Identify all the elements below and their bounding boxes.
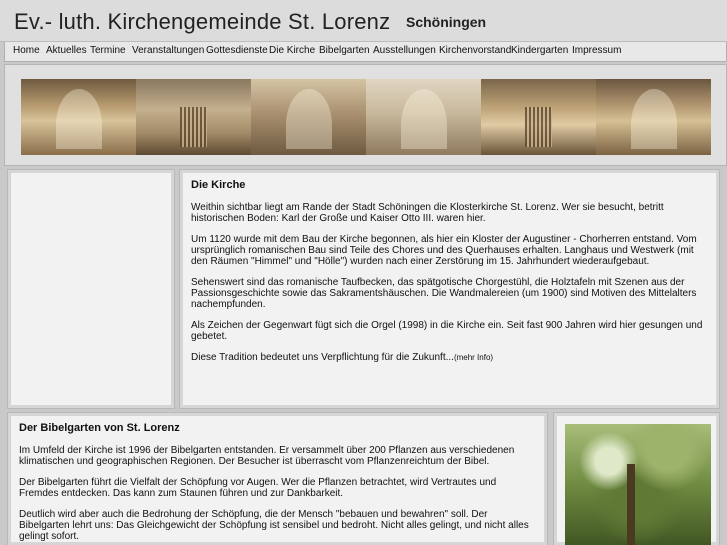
church-paragraph: Als Zeichen der Gegenwart fügt sich die … (191, 320, 703, 342)
nav-aktuelles[interactable]: Aktuelles (46, 45, 87, 56)
nav-kindergarten[interactable]: Kindergarten (511, 45, 568, 56)
site-city: Schöningen (406, 14, 487, 30)
site-title: Ev.- luth. Kirchengemeinde St. Lorenz (14, 9, 391, 34)
church-section: Die Kirche Weithin sichtbar liegt am Ran… (179, 169, 720, 409)
banner-panel-choir (21, 79, 136, 155)
nav-ausstellungen[interactable]: Ausstellungen (373, 45, 436, 56)
garden-paragraph: Deutlich wird aber auch die Bedrohung de… (19, 509, 529, 542)
nav-impressum[interactable]: Impressum (572, 45, 621, 56)
banner-frame (4, 64, 727, 166)
banner-panel-altar (251, 79, 366, 155)
nav-termine[interactable]: Termine (90, 45, 126, 56)
more-info-link[interactable]: (mehr Info) (454, 353, 493, 362)
banner-panel-organ (136, 79, 251, 155)
nav-gottesdienste[interactable]: Gottesdienste (206, 45, 268, 56)
nav-kirchenvorstand[interactable]: Kirchenvorstand (439, 45, 511, 56)
church-paragraph: Um 1120 wurde mit dem Bau der Kirche beg… (191, 234, 697, 267)
nav-veranstaltungen[interactable]: Veranstaltungen (132, 45, 204, 56)
sidebar-box (7, 169, 175, 409)
church-interior-banner (21, 79, 711, 155)
church-paragraph: Weithin sichtbar liegt am Rande der Stad… (191, 202, 664, 224)
church-heading: Die Kirche (191, 179, 246, 191)
church-paragraph: Sehenswert sind das romanische Taufbecke… (191, 277, 697, 310)
site-header: Ev.- luth. Kirchengemeinde St. Lorenz Sc… (0, 0, 727, 42)
nav-die-kirche[interactable]: Die Kirche (269, 45, 315, 56)
garden-paragraph: Im Umfeld der Kirche ist 1996 der Bibelg… (19, 445, 515, 467)
main-nav: Home Aktuelles Termine Veranstaltungen G… (4, 42, 727, 62)
nav-home[interactable]: Home (13, 45, 40, 56)
garden-photo-box (553, 412, 720, 545)
bible-garden-section: Der Bibelgarten von St. Lorenz Im Umfeld… (7, 412, 548, 545)
banner-panel-choir-2 (596, 79, 711, 155)
garden-heading: Der Bibelgarten von St. Lorenz (19, 422, 180, 434)
garden-tree-photo (565, 424, 711, 545)
banner-panel-nave (366, 79, 481, 155)
nav-bibelgarten[interactable]: Bibelgarten (319, 45, 370, 56)
church-paragraph-last: Diese Tradition bedeutet uns Verpflichtu… (191, 352, 708, 363)
banner-panel-organ-2 (481, 79, 596, 155)
garden-paragraph: Der Bibelgarten führt die Vielfalt der S… (19, 477, 497, 499)
church-closing-text: Diese Tradition bedeutet uns Verpflichtu… (191, 352, 454, 363)
